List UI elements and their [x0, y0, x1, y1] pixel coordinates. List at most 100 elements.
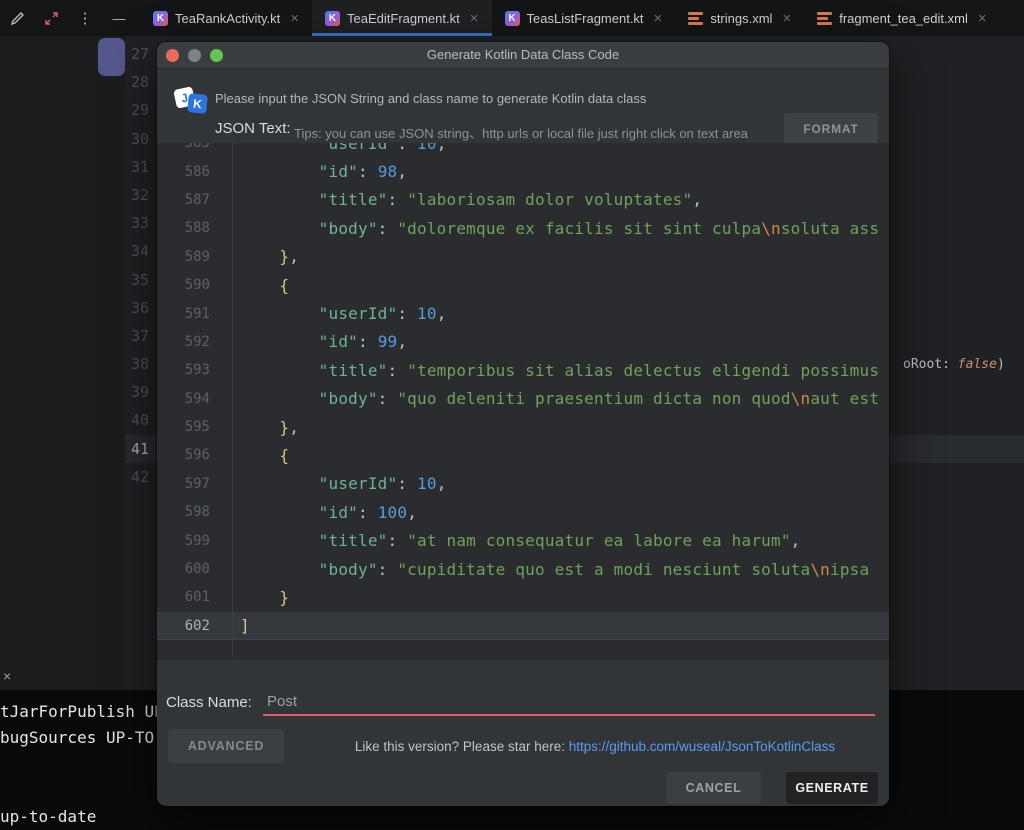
tab-label: TeasListFragment.kt: [527, 11, 644, 26]
json-editor-line: 597 "userId": 10,: [157, 470, 889, 498]
star-request-line: Like this version? Please star here: htt…: [307, 739, 883, 754]
json-editor-line: 598 "id": 100,: [157, 498, 889, 526]
editor-code-fragment: oRoot: false): [903, 357, 1005, 372]
line-number: 31: [125, 153, 149, 181]
editor-gutter: 27282930313233343536373839404142: [125, 40, 149, 491]
kotlin-file-icon: K: [325, 11, 340, 26]
json-text-label: JSON Text:: [215, 120, 291, 137]
dialog-titlebar[interactable]: Generate Kotlin Data Class Code: [157, 42, 889, 69]
json-line-number: 598: [157, 504, 215, 520]
json-editor-line: 592 "id": 99,: [157, 328, 889, 356]
json-editor-line: 595 },: [157, 413, 889, 441]
json-editor-line: 588 "body": "doloremque ex facilis sit s…: [157, 214, 889, 242]
json-line-number: 589: [157, 249, 215, 265]
brush-icon[interactable]: [8, 9, 26, 27]
line-number: 29: [125, 96, 149, 124]
json-editor-line: 596 {: [157, 441, 889, 469]
editor-tab[interactable]: K TeaEditFragment.kt ×: [312, 0, 491, 36]
editor-tab-bar: ⋮ — K TeaRankActivity.kt × K TeaEditFragment…: [0, 0, 1024, 36]
line-number: 36: [125, 294, 149, 322]
tab-label: strings.xml: [710, 11, 772, 26]
json-editor-line: 585 "userId": 10,: [157, 143, 889, 157]
json-line-number: 586: [157, 164, 215, 180]
tab-label: fragment_tea_edit.xml: [839, 11, 968, 26]
json-editor-line: 589 },: [157, 243, 889, 271]
editor-tab[interactable]: strings.xml ×: [675, 0, 804, 36]
line-number: 38: [125, 350, 149, 378]
json-editor-line: 586 "id": 98,: [157, 157, 889, 185]
editor-tab[interactable]: K TeasListFragment.kt ×: [492, 0, 676, 36]
github-link[interactable]: https://github.com/wuseal/JsonToKotlinCl…: [569, 739, 835, 754]
json-text-area[interactable]: 585 "userId": 10,586 "id": 98,587 "title…: [157, 143, 889, 660]
json-editor-line: 587 "title": "laboriosam dolor voluptate…: [157, 186, 889, 214]
tab-label: TeaRankActivity.kt: [175, 11, 280, 26]
scrollbar-thumb[interactable]: [98, 38, 125, 76]
zoom-window-icon[interactable]: [210, 49, 223, 62]
tab-label: TeaEditFragment.kt: [347, 11, 460, 26]
line-number: 27: [125, 40, 149, 68]
dialog-title: Generate Kotlin Data Class Code: [157, 42, 889, 68]
line-number: 41: [125, 435, 149, 463]
json-line-number: 595: [157, 419, 215, 435]
editor-tab[interactable]: fragment_tea_edit.xml ×: [804, 0, 999, 36]
generate-button[interactable]: GENERATE: [786, 772, 878, 804]
kebab-menu-icon[interactable]: ⋮: [76, 9, 94, 27]
line-number: 40: [125, 406, 149, 434]
json-tips-text: Tips: you can use JSON string、http urls …: [294, 123, 748, 142]
json-line-number: 593: [157, 362, 215, 378]
json-editor-line: 593 "title": "temporibus sit alias delec…: [157, 356, 889, 384]
kotlin-file-icon: K: [505, 11, 520, 26]
close-tab-icon[interactable]: ×: [290, 10, 299, 27]
dialog-subtitle: Please input the JSON String and class n…: [215, 91, 646, 106]
console-line: tJarForPublish UP-: [0, 702, 173, 721]
indent-guide-line: [232, 143, 233, 658]
editor-tab[interactable]: KTeaRankActivity.kt×: [140, 0, 312, 36]
json-line-number: 590: [157, 277, 215, 293]
json-line-number: 591: [157, 306, 215, 322]
class-name-input[interactable]: Post: [263, 688, 875, 716]
json-line-number: 588: [157, 220, 215, 236]
json-to-kotlin-logo-icon: JK: [175, 85, 213, 119]
minimize-window-icon[interactable]: [188, 49, 201, 62]
cancel-button[interactable]: CANCEL: [666, 772, 761, 804]
json-editor-line: 591 "userId": 10,: [157, 299, 889, 327]
json-line-number: 587: [157, 192, 215, 208]
console-line: bugSources UP-TO-D: [0, 728, 173, 747]
json-line-number: 599: [157, 533, 215, 549]
line-number: 28: [125, 68, 149, 96]
line-number: 34: [125, 237, 149, 265]
json-line-number: 596: [157, 447, 215, 463]
line-number: 33: [125, 209, 149, 237]
close-tab-icon[interactable]: ×: [978, 10, 987, 27]
close-tab-icon[interactable]: ×: [654, 10, 663, 27]
json-line-number: 600: [157, 561, 215, 577]
json-line-number: 601: [157, 589, 215, 605]
json-editor-line: 601 }: [157, 583, 889, 611]
json-editor-line: 594 "body": "quo deleniti praesentium di…: [157, 385, 889, 413]
left-panel: [0, 36, 125, 690]
close-tab-icon[interactable]: ×: [782, 10, 791, 27]
xml-file-icon: [817, 12, 832, 25]
console-status-line: up-to-date: [0, 807, 96, 826]
line-number: 30: [125, 125, 149, 153]
restore-windows-icon[interactable]: [42, 9, 60, 27]
class-name-value: Post: [263, 688, 297, 710]
json-editor-line: 599 "title": "at nam consequatur ea labo…: [157, 526, 889, 554]
line-number: 35: [125, 266, 149, 294]
json-editor-line: 590 {: [157, 271, 889, 299]
json-line-number: 592: [157, 334, 215, 350]
minimize-icon[interactable]: —: [110, 9, 128, 27]
class-name-label: Class Name:: [166, 694, 252, 711]
json-line-number: 585: [157, 143, 215, 151]
close-tab-icon[interactable]: ×: [470, 10, 479, 27]
xml-file-icon: [688, 12, 703, 25]
advanced-button[interactable]: ADVANCED: [168, 729, 284, 763]
close-window-icon[interactable]: [166, 49, 179, 62]
line-number: 37: [125, 322, 149, 350]
generate-kotlin-dialog: Generate Kotlin Data Class Code JK Pleas…: [157, 42, 889, 806]
format-button[interactable]: FORMAT: [784, 113, 878, 145]
line-number: 32: [125, 181, 149, 209]
json-editor-line: 600 "body": "cupiditate quo est a modi n…: [157, 555, 889, 583]
close-toolwindow-icon[interactable]: ×: [3, 668, 11, 684]
json-line-number: 597: [157, 476, 215, 492]
